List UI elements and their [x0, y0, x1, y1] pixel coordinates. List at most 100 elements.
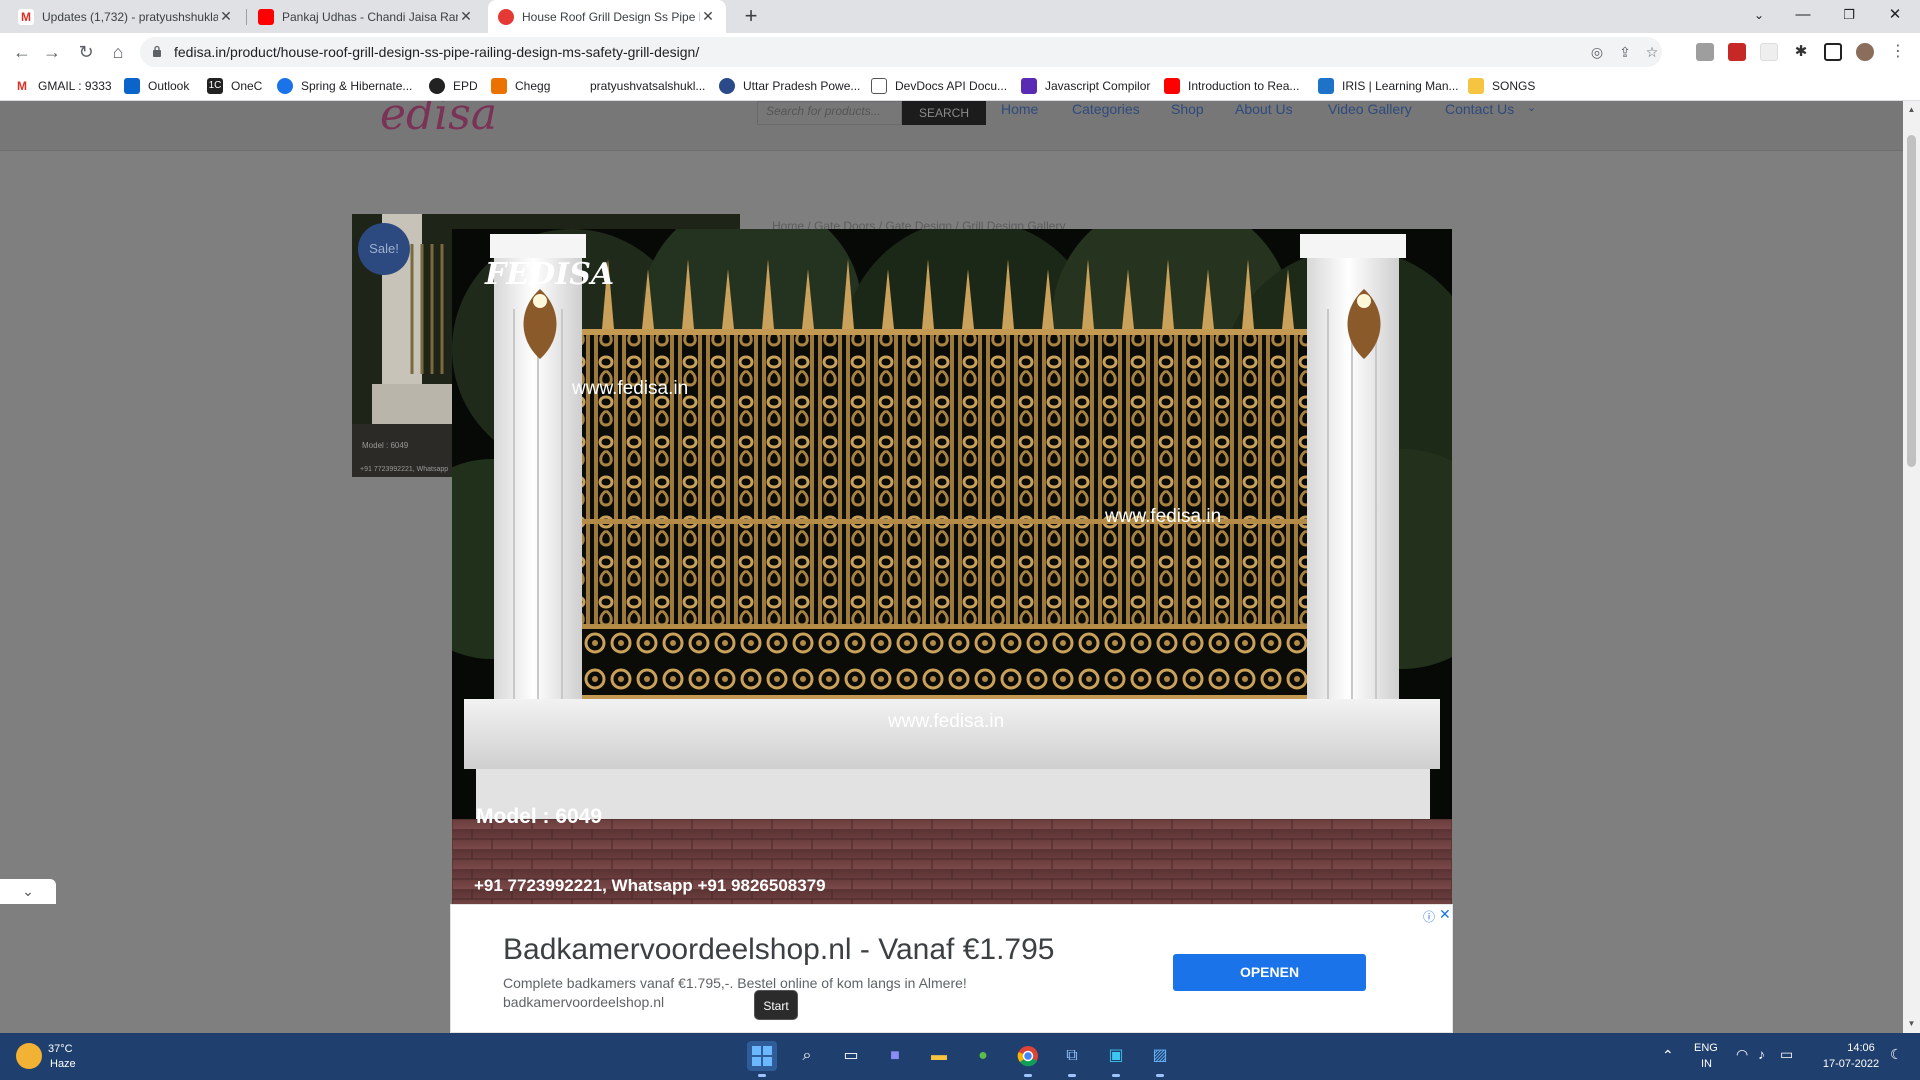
taskbar: 37°C Haze ⌕ ▭ ■ ▬ ● ⧉ ▣ ▨ ⌃ ENG IN ◠ ♪ ▭…: [0, 1033, 1920, 1080]
tab-search-button[interactable]: ⌄: [1736, 0, 1782, 33]
nav-video-gallery[interactable]: Video Gallery: [1328, 101, 1412, 117]
language-top[interactable]: ENG: [1694, 1042, 1718, 1054]
ad-title[interactable]: Badkamervoordeelshop.nl - Vanaf €1.795: [503, 933, 1054, 967]
watermark-text: www.fedisa.in: [571, 378, 688, 399]
teams-chat-icon[interactable]: ■: [880, 1041, 910, 1071]
ad-description: Complete badkamers vanaf €1.795,-. Beste…: [503, 975, 967, 991]
photos-icon[interactable]: ▨: [1145, 1041, 1175, 1077]
new-tab-button[interactable]: +: [738, 4, 764, 30]
nav-home[interactable]: Home: [1001, 101, 1038, 117]
bookmark-spring[interactable]: Spring & Hibernate...: [277, 77, 412, 95]
puzzle-icon[interactable]: ✱: [1792, 43, 1810, 61]
task-view-icon[interactable]: ▭: [836, 1041, 866, 1071]
battery-icon[interactable]: ▭: [1780, 1046, 1793, 1063]
vscode-icon[interactable]: ⧉: [1057, 1041, 1087, 1077]
bookmark-react-intro[interactable]: Introduction to Rea...: [1164, 77, 1299, 95]
volume-icon[interactable]: ♪: [1758, 1046, 1765, 1062]
reload-button[interactable]: ↻: [72, 38, 100, 66]
search-icon[interactable]: ⌕: [792, 1041, 822, 1071]
ad-collapse-button[interactable]: ⌄: [0, 879, 56, 904]
back-button[interactable]: ←: [8, 38, 36, 66]
start-tooltip: Start: [754, 990, 798, 1020]
url-text[interactable]: fedisa.in/product/house-roof-grill-desig…: [174, 44, 699, 60]
bookmark-iris[interactable]: IRIS | Learning Man...: [1318, 77, 1459, 95]
blank-icon: [566, 78, 582, 94]
tab-gmail[interactable]: M Updates (1,732) - pratyushshukla ✕: [8, 0, 244, 33]
weather-desc[interactable]: Haze: [50, 1058, 76, 1070]
ad-close-icon[interactable]: ✕: [1439, 906, 1451, 923]
sidepanel-icon[interactable]: [1824, 43, 1842, 61]
clock-date[interactable]: 17-07-2022: [1812, 1058, 1890, 1070]
fedisa-watermark-logo: FEDISA: [484, 257, 614, 292]
close-icon[interactable]: ✕: [458, 8, 474, 25]
close-icon[interactable]: ✕: [700, 8, 716, 25]
star-icon[interactable]: ☆: [1643, 43, 1661, 61]
site-search-button[interactable]: SEARCH: [902, 101, 986, 125]
nav-categories[interactable]: Categories: [1072, 101, 1140, 117]
wifi-icon[interactable]: ◠: [1736, 1046, 1748, 1063]
restore-button[interactable]: ❐: [1826, 0, 1872, 33]
windows-start-icon[interactable]: [747, 1041, 777, 1077]
weather-icon[interactable]: [16, 1043, 42, 1069]
home-button[interactable]: ⌂: [104, 38, 132, 66]
app-icon[interactable]: ●: [968, 1041, 998, 1071]
ad-open-button[interactable]: OPENEN: [1173, 954, 1366, 991]
nav-shop[interactable]: Shop: [1171, 101, 1204, 117]
minimize-button[interactable]: —: [1780, 0, 1826, 33]
youtube-icon: [1164, 78, 1180, 94]
close-icon[interactable]: ✕: [218, 8, 234, 25]
bookmark-uppcl[interactable]: Uttar Pradesh Powe...: [719, 77, 860, 95]
language-bottom[interactable]: IN: [1701, 1058, 1712, 1070]
ad-banner[interactable]: Badkamervoordeelshop.nl - Vanaf €1.795 C…: [450, 904, 1453, 1033]
bookmark-onec[interactable]: 1C OneC: [207, 77, 262, 95]
page-scrollbar[interactable]: ▲ ▼: [1903, 101, 1920, 1033]
bookmark-js-compiler[interactable]: Javascript Compilor: [1021, 77, 1150, 95]
extension-icon[interactable]: [1728, 43, 1746, 61]
bookmark-label: EPD: [453, 79, 478, 93]
ad-url[interactable]: badkamervoordeelshop.nl: [503, 994, 664, 1010]
chevron-down-icon[interactable]: ⌄: [1527, 101, 1536, 114]
bookmark-songs[interactable]: SONGS: [1468, 77, 1535, 95]
extension-icon[interactable]: [1696, 43, 1714, 61]
share-icon[interactable]: ⇪: [1616, 43, 1634, 61]
chevron-up-icon[interactable]: ⌃: [1662, 1047, 1674, 1064]
clock-time[interactable]: 14:06: [1826, 1042, 1896, 1054]
bookmark-chegg[interactable]: Chegg: [491, 77, 550, 95]
bookmark-gmail[interactable]: M GMAIL : 9333: [14, 77, 112, 95]
bookmark-label: OneC: [231, 79, 263, 93]
app-icon[interactable]: ▣: [1101, 1041, 1131, 1077]
bookmark-devdocs[interactable]: DevDocs API Docu...: [871, 77, 1007, 95]
lightbox-image[interactable]: FEDISA www.fedisa.in www.fedisa.in www.f…: [452, 229, 1452, 904]
bookmark-outlook[interactable]: Outlook: [124, 77, 189, 95]
epd-icon: [429, 78, 445, 94]
site-search-input[interactable]: Search for products...: [757, 101, 902, 125]
ad-info-icon[interactable]: ⓘ: [1423, 908, 1435, 925]
forward-button[interactable]: →: [38, 38, 66, 66]
close-window-button[interactable]: ✕: [1872, 0, 1918, 33]
tab-youtube[interactable]: Pankaj Udhas - Chandi Jaisa Rang ✕: [248, 0, 484, 33]
bookmark-github[interactable]: pratyushvatsalshukl...: [566, 77, 705, 95]
avatar[interactable]: [1856, 43, 1874, 61]
globe-icon: [719, 78, 735, 94]
thumb-phone-label: +91 7723992221, Whatsapp: [360, 466, 448, 473]
tab-fedisa[interactable]: House Roof Grill Design Ss Pipe R ✕: [488, 0, 726, 33]
notification-icon[interactable]: ☾: [1890, 1046, 1903, 1063]
scroll-up-icon[interactable]: ▲: [1907, 105, 1916, 114]
menu-icon[interactable]: ⋮: [1884, 38, 1912, 66]
lock-icon: [153, 45, 161, 57]
programiz-icon: [1021, 78, 1037, 94]
nav-contact[interactable]: Contact Us: [1445, 101, 1514, 117]
file-explorer-icon[interactable]: ▬: [924, 1041, 954, 1071]
extension-icon[interactable]: [1760, 43, 1778, 61]
weather-temp[interactable]: 37°C: [48, 1043, 73, 1055]
nav-about[interactable]: About Us: [1235, 101, 1293, 117]
site-logo[interactable]: edisa: [380, 101, 497, 140]
bookmark-label: IRIS | Learning Man...: [1342, 79, 1459, 93]
tab-strip: M Updates (1,732) - pratyushshukla ✕ Pan…: [0, 0, 1920, 33]
eye-off-icon[interactable]: ◎: [1588, 43, 1606, 61]
scroll-down-icon[interactable]: ▼: [1907, 1019, 1916, 1028]
bookmark-epd[interactable]: EPD: [429, 77, 478, 95]
chrome-icon[interactable]: [1013, 1041, 1043, 1077]
address-bar[interactable]: fedisa.in/product/house-roof-grill-desig…: [140, 37, 1662, 67]
scroll-thumb[interactable]: [1907, 135, 1916, 467]
